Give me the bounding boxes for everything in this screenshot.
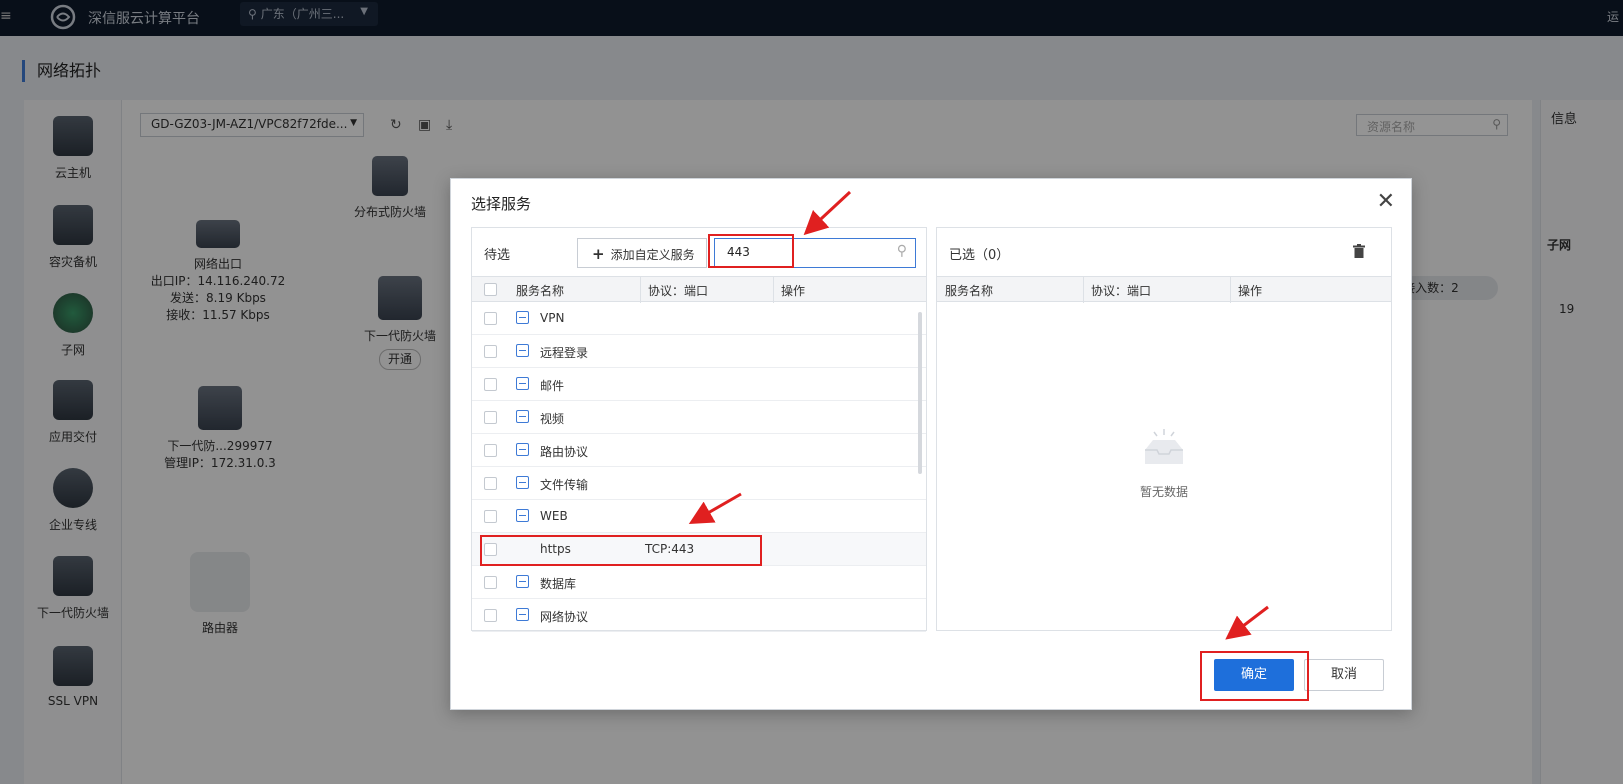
annotation-arrow [1225,605,1269,640]
annotation-arrows [688,190,1269,640]
annotation-arrow [688,492,742,524]
annotation-arrow [803,190,852,236]
